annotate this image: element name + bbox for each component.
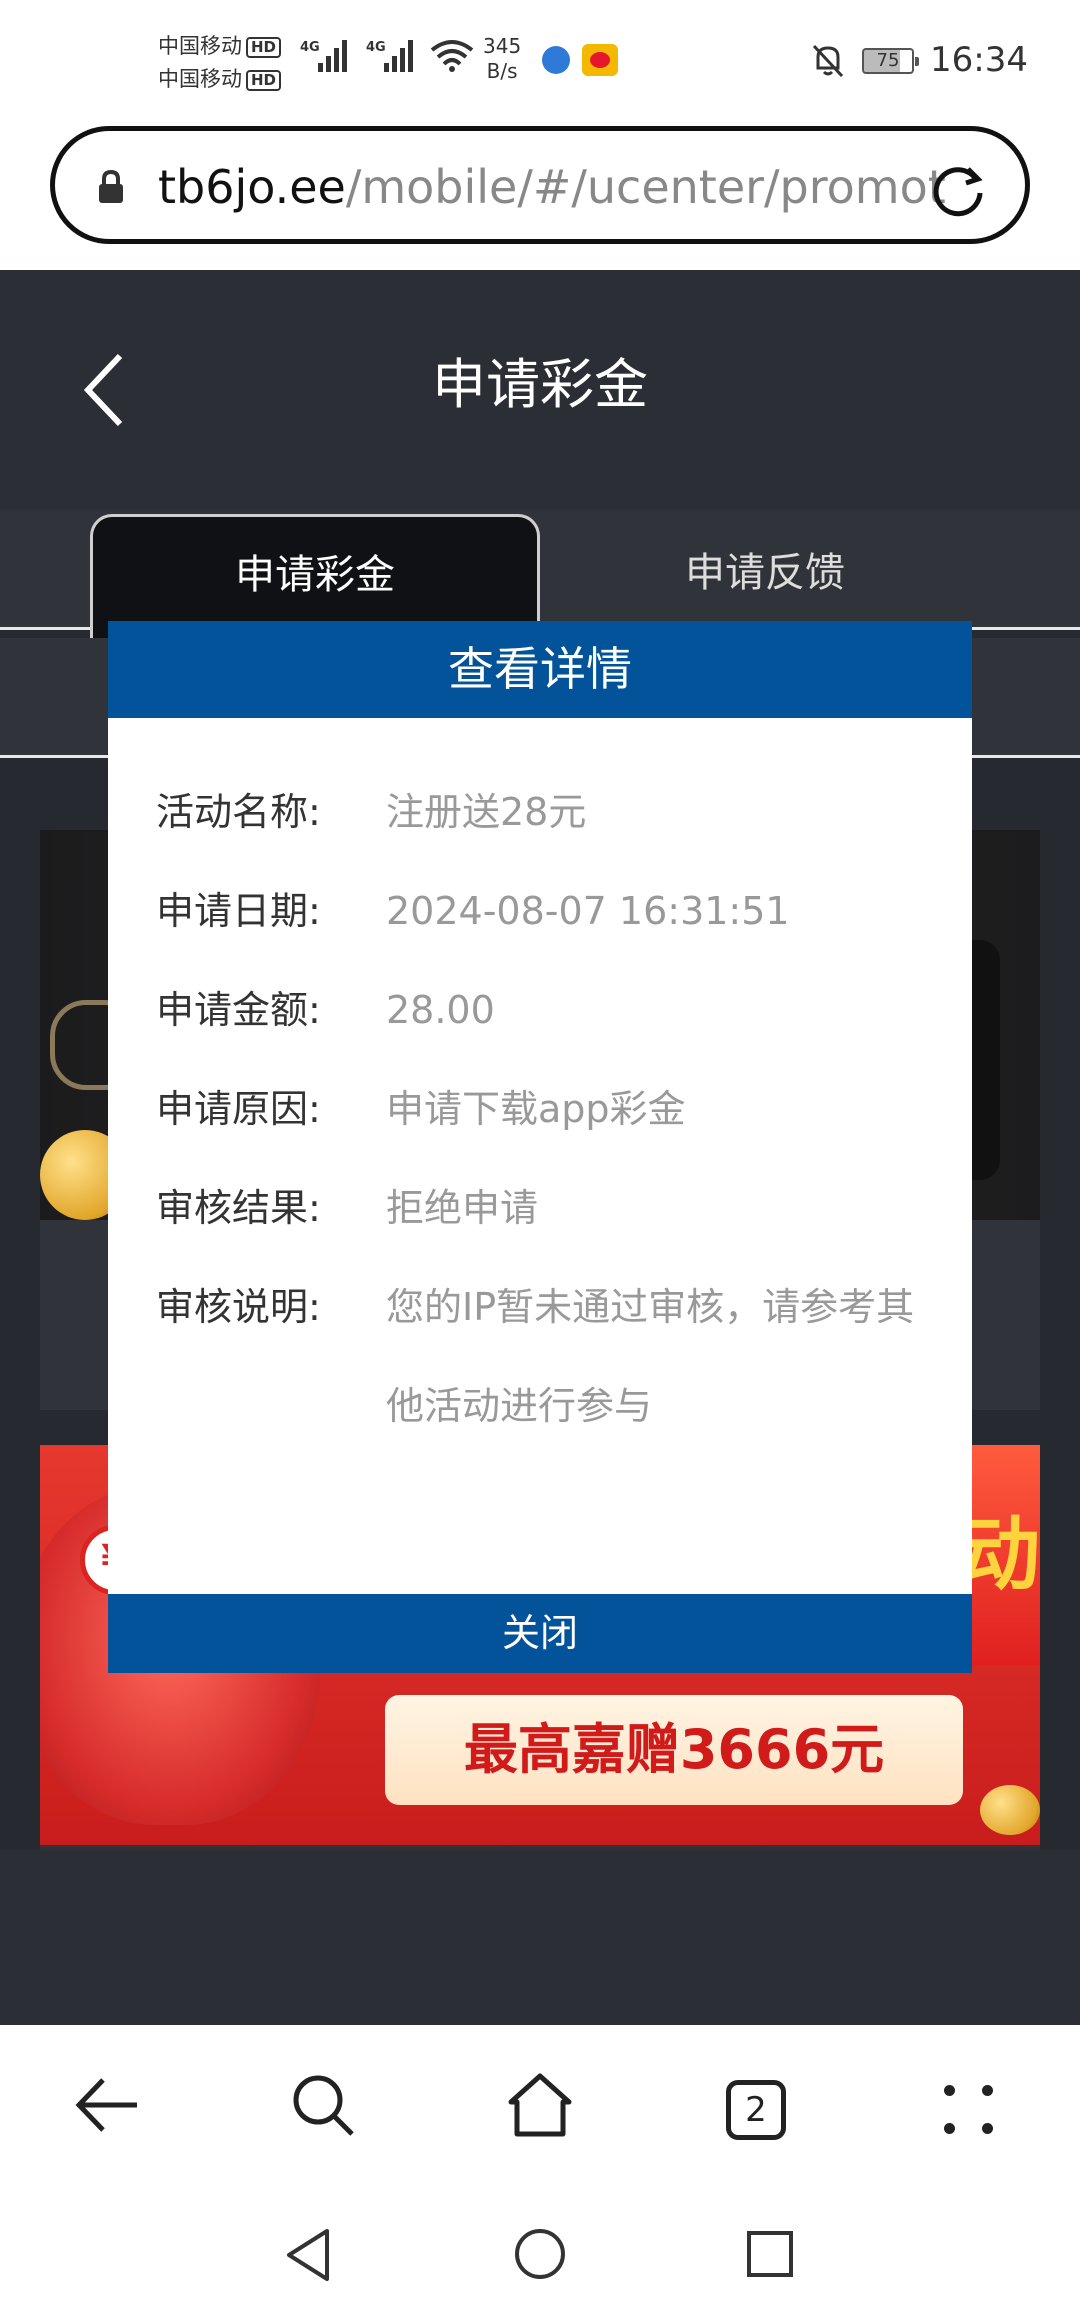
detail-label: 审核说明:: [156, 1285, 321, 1329]
detail-value: 2024-08-07 16:31:51: [386, 889, 790, 933]
tabs-icon[interactable]: 2: [726, 2080, 786, 2140]
home-icon[interactable]: [505, 2070, 575, 2140]
url-text[interactable]: tb6jo.ee/mobile/#/ucenter/promot: [158, 155, 948, 219]
modal-title: 查看详情: [108, 621, 972, 718]
page-header: 申请彩金: [0, 270, 1080, 510]
search-icon[interactable]: [288, 2070, 358, 2140]
banner-side-text: 动: [960, 1445, 1040, 1665]
detail-label: 申请原因:: [156, 1087, 321, 1131]
back-arrow-icon[interactable]: [73, 2070, 143, 2140]
network-speed-unit: B/s: [486, 59, 518, 83]
nav-home-icon[interactable]: [513, 2227, 567, 2281]
address-bar[interactable]: tb6jo.ee/mobile/#/ucenter/promot: [50, 126, 1030, 244]
network-type-2: 4G: [366, 40, 386, 55]
details-modal: 查看详情 活动名称: 注册送28元 申请日期: 2024-08-07 16:31…: [108, 621, 972, 1673]
carrier-name-2: 中国移动: [158, 67, 242, 91]
clock: 16:34: [930, 40, 1028, 80]
detail-value: 您的IP暂未通过审核，请参考其他活动进行参与: [386, 1285, 915, 1428]
close-button[interactable]: 关闭: [108, 1594, 972, 1673]
detail-value: 28.00: [386, 988, 495, 1032]
hd-badge-1: HD: [246, 36, 282, 58]
system-navigation-bar: [0, 2185, 1080, 2310]
page-title: 申请彩金: [432, 353, 648, 416]
page-footer-area: [0, 1850, 1080, 2025]
carrier-info: 中国移动 HD 中国移动 HD: [158, 30, 282, 96]
tab-apply-feedback[interactable]: 申请反馈: [540, 518, 990, 628]
network-speed: 345 B/s: [483, 34, 521, 84]
battery-icon: 75: [862, 48, 919, 74]
url-path: /mobile/#/ucenter/promot: [345, 160, 946, 214]
reload-icon[interactable]: [928, 159, 988, 219]
detail-value: 注册送28元: [386, 790, 587, 834]
detail-label: 活动名称:: [156, 790, 321, 834]
banner-text: 最高嘉赠3666元: [385, 1695, 963, 1805]
browser-notification-icon: [542, 46, 570, 74]
wifi-icon: [430, 40, 474, 72]
nav-recents-icon[interactable]: [745, 2229, 795, 2279]
bell-muted-icon: [812, 44, 844, 78]
detail-value: 申请下载app彩金: [386, 1087, 686, 1131]
lock-icon: [99, 169, 123, 203]
detail-label: 申请金额:: [156, 988, 321, 1032]
browser-toolbar: 2: [0, 2025, 1080, 2185]
status-bar: 中国移动 HD 中国移动 HD 4G 4G 345 B/s 75 16:34: [0, 0, 1080, 125]
hd-badge-2: HD: [246, 69, 282, 91]
detail-label: 审核结果:: [156, 1186, 321, 1230]
network-speed-value: 345: [483, 34, 522, 58]
url-domain: tb6jo.ee: [158, 160, 346, 214]
detail-label: 申请日期:: [156, 889, 321, 933]
network-type-1: 4G: [300, 40, 320, 55]
coin-icon: [980, 1785, 1040, 1835]
weibo-notification-icon: [582, 44, 618, 76]
carrier-name-1: 中国移动: [158, 34, 242, 58]
detail-value: 拒绝申请: [386, 1186, 539, 1230]
nav-back-icon[interactable]: [283, 2227, 333, 2283]
